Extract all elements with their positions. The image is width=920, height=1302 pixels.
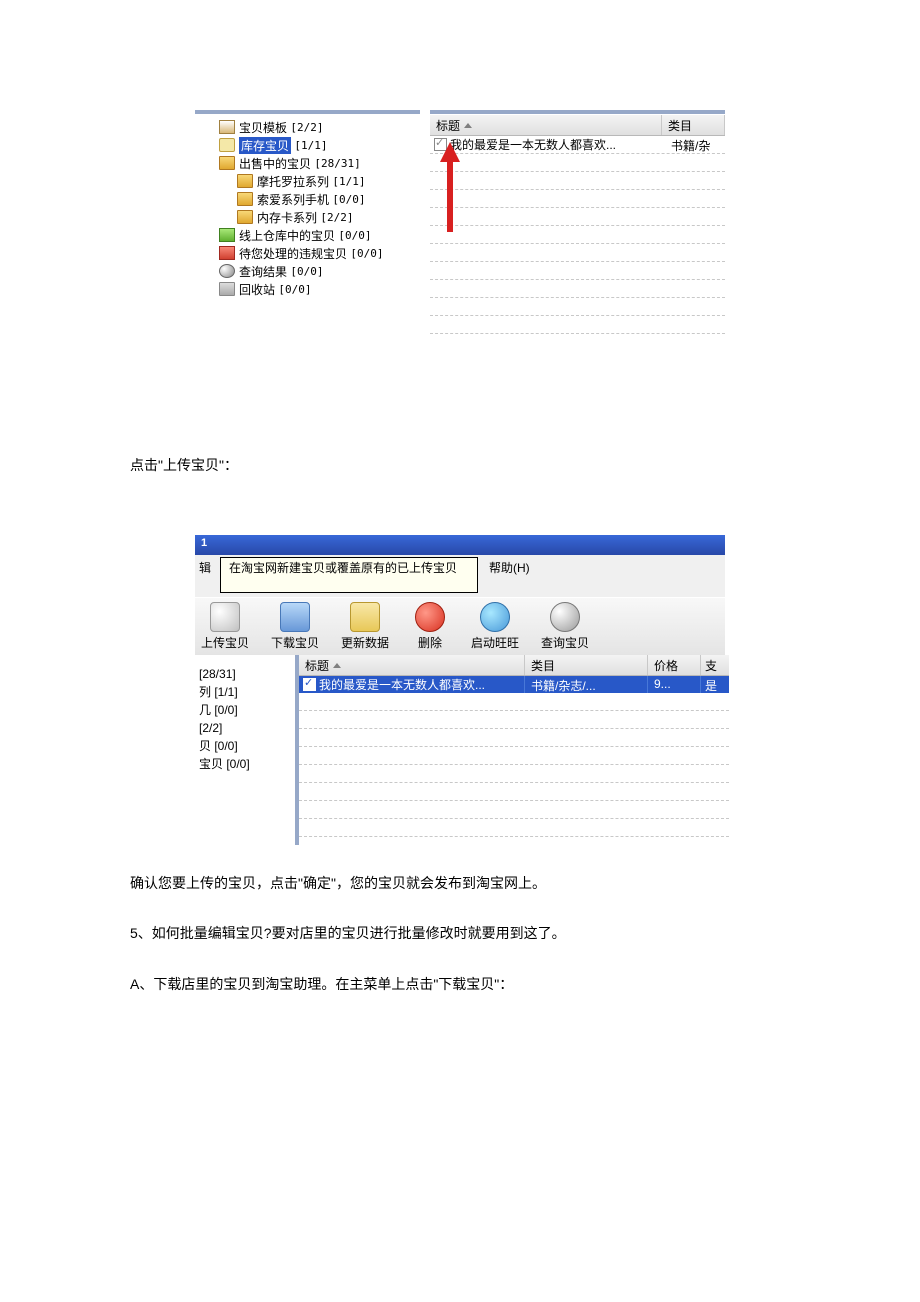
- tree-count: [28/31]: [314, 157, 360, 170]
- side-line: 几 [0/0]: [199, 701, 291, 719]
- upload-button[interactable]: 上传宝贝: [201, 602, 249, 651]
- tree-panel: 宝贝模板 [2/2] 库存宝贝 [1/1] 出售中的宝贝 [28/31] 摩托罗…: [195, 110, 420, 318]
- window-titlebar: 1: [195, 535, 725, 555]
- sort-asc-icon: [464, 123, 472, 128]
- tree-label: 索爱系列手机: [257, 191, 329, 208]
- tree-item-stock[interactable]: 库存宝贝 [1/1]: [195, 136, 420, 154]
- table-row[interactable]: 我的最爱是一本无数人都喜欢... 书籍/杂: [430, 136, 725, 154]
- folder-icon: [237, 174, 253, 188]
- para-5: 5、如何批量编辑宝贝?要对店里的宝贝进行批量修改时就要用到这了。: [130, 915, 920, 951]
- tree-count: [0/0]: [290, 265, 323, 278]
- download-icon: [280, 602, 310, 632]
- cell-category: 书籍/杂: [667, 136, 725, 153]
- side-line: [2/2]: [199, 719, 291, 737]
- tree-item-warehouse[interactable]: 线上仓库中的宝贝 [0/0]: [195, 226, 420, 244]
- tree-item-search[interactable]: 查询结果 [0/0]: [195, 262, 420, 280]
- refresh-icon: [350, 602, 380, 632]
- wangwang-icon: [480, 602, 510, 632]
- tree-label: 出售中的宝贝: [239, 155, 311, 172]
- tree-item-trash[interactable]: 回收站 [0/0]: [195, 280, 420, 298]
- item-table-2: 标题 类目 价格 支 我的最爱是一本无数人都喜欢... 书籍/杂志/... 9.…: [295, 655, 729, 845]
- tree-label: 线上仓库中的宝贝: [239, 227, 335, 244]
- tree-item-template[interactable]: 宝贝模板 [2/2]: [195, 118, 420, 136]
- col-pay[interactable]: 支: [701, 655, 729, 675]
- menu-help[interactable]: 帮助(H): [489, 559, 530, 576]
- col-price[interactable]: 价格: [648, 655, 701, 675]
- cell-category: 书籍/杂志/...: [524, 676, 647, 693]
- col-title[interactable]: 标题: [430, 115, 662, 135]
- tree-label: 摩托罗拉系列: [257, 173, 329, 190]
- trash-icon: [219, 282, 235, 296]
- col-category[interactable]: 类目: [525, 655, 648, 675]
- tree-count: [2/2]: [320, 211, 353, 224]
- tree-count: [0/0]: [350, 247, 383, 260]
- screenshot-1: 宝贝模板 [2/2] 库存宝贝 [1/1] 出售中的宝贝 [28/31] 摩托罗…: [195, 110, 725, 335]
- table-header: 标题 类目: [430, 114, 725, 136]
- checkbox-icon[interactable]: [303, 678, 316, 691]
- tree-item-moto[interactable]: 摩托罗拉系列 [1/1]: [195, 172, 420, 190]
- tree-count: [0/0]: [338, 229, 371, 242]
- instruction-paragraphs: 确认您要上传的宝贝，点击"确定"，您的宝贝就会发布到淘宝网上。 5、如何批量编辑…: [130, 865, 920, 1002]
- tree-label: 库存宝贝: [239, 137, 291, 154]
- annotation-arrow-icon: [443, 142, 457, 232]
- refresh-button[interactable]: 更新数据: [341, 602, 389, 651]
- col-title[interactable]: 标题: [299, 655, 525, 675]
- upload-icon: [210, 602, 240, 632]
- cell-title: 我的最爱是一本无数人都喜欢...: [450, 136, 616, 153]
- upload-tooltip: 在淘宝网新建宝贝或覆盖原有的已上传宝贝: [220, 557, 478, 593]
- search-icon: [550, 602, 580, 632]
- screenshot-2: 1 辑 在淘宝网新建宝贝或覆盖原有的已上传宝贝 帮助(H) 上传宝贝 下载宝贝 …: [195, 535, 725, 845]
- tree-label: 查询结果: [239, 263, 287, 280]
- side-tree-partial: [28/31] 列 [1/1] 几 [0/0] [2/2] 贝 [0/0] 宝贝…: [195, 655, 295, 845]
- sort-asc-icon: [333, 663, 341, 668]
- tree-label: 待您处理的违规宝贝: [239, 245, 347, 262]
- table-row-selected[interactable]: 我的最爱是一本无数人都喜欢... 书籍/杂志/... 9... 是: [299, 676, 729, 693]
- tree-item-sony[interactable]: 索爱系列手机 [0/0]: [195, 190, 420, 208]
- table-header: 标题 类目 价格 支: [299, 655, 729, 676]
- magnifier-icon: [219, 264, 235, 278]
- download-button[interactable]: 下载宝贝: [271, 602, 319, 651]
- cell-title: 我的最爱是一本无数人都喜欢...: [319, 676, 485, 693]
- box-icon: [219, 120, 235, 134]
- side-line: [28/31]: [199, 665, 291, 683]
- tree-label: 回收站: [239, 281, 275, 298]
- tree-label: 宝贝模板: [239, 119, 287, 136]
- folder-icon: [219, 156, 235, 170]
- side-line: 贝 [0/0]: [199, 737, 291, 755]
- side-line: 宝贝 [0/0]: [199, 755, 291, 773]
- para-a: A、下载店里的宝贝到淘宝助理。在主菜单上点击"下载宝贝"：: [130, 966, 920, 1002]
- tree-label: 内存卡系列: [257, 209, 317, 226]
- tree-count: [0/0]: [332, 193, 365, 206]
- wangwang-button[interactable]: 启动旺旺: [471, 602, 519, 651]
- tree-count: [1/1]: [332, 175, 365, 188]
- side-line: 列 [1/1]: [199, 683, 291, 701]
- delete-icon: [415, 602, 445, 632]
- folder-red-icon: [219, 246, 235, 260]
- delete-button[interactable]: 删除: [415, 602, 445, 651]
- instruction-text-1: 点击"上传宝贝"：: [130, 455, 920, 475]
- cell-pay: 是: [700, 676, 729, 693]
- tree-item-violation[interactable]: 待您处理的违规宝贝 [0/0]: [195, 244, 420, 262]
- tree-count: [1/1]: [294, 139, 327, 152]
- tree-count: [0/0]: [278, 283, 311, 296]
- folder-icon: [237, 192, 253, 206]
- folder-green-icon: [219, 228, 235, 242]
- cell-price: 9...: [647, 676, 700, 693]
- tree-item-memory[interactable]: 内存卡系列 [2/2]: [195, 208, 420, 226]
- folder-icon: [237, 210, 253, 224]
- menu-edit[interactable]: 辑: [199, 559, 211, 576]
- search-button[interactable]: 查询宝贝: [541, 602, 589, 651]
- col-category[interactable]: 类目: [662, 115, 725, 135]
- tree-count: [2/2]: [290, 121, 323, 134]
- lock-icon: [219, 138, 235, 152]
- tree-item-selling[interactable]: 出售中的宝贝 [28/31]: [195, 154, 420, 172]
- toolbar: 上传宝贝 下载宝贝 更新数据 删除 启动旺旺 查询宝贝: [195, 597, 725, 657]
- item-table: 标题 类目 我的最爱是一本无数人都喜欢... 书籍/杂: [430, 110, 725, 339]
- para-confirm: 确认您要上传的宝贝，点击"确定"，您的宝贝就会发布到淘宝网上。: [130, 865, 920, 901]
